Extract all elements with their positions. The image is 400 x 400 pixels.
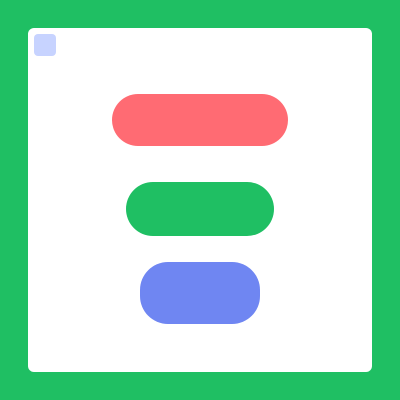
blue-button[interactable] xyxy=(140,262,260,324)
window-frame xyxy=(0,0,400,400)
red-button[interactable] xyxy=(112,94,288,146)
green-button[interactable] xyxy=(126,182,274,236)
page-title xyxy=(0,38,400,52)
